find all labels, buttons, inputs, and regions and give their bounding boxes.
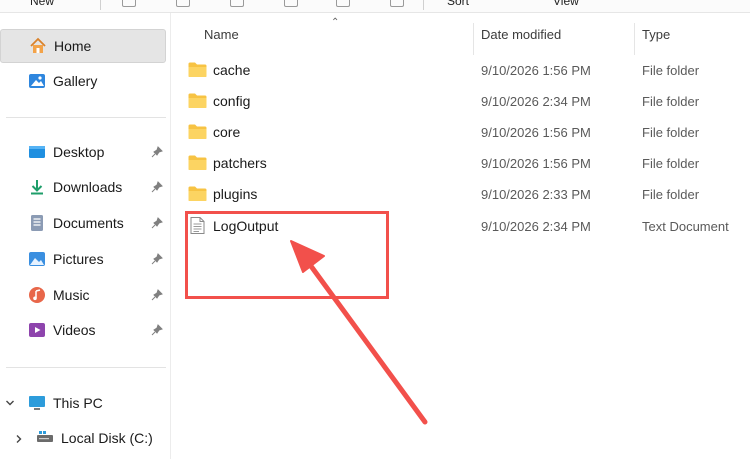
sort-ascending-icon: ⌃ — [331, 17, 340, 28]
paste-icon[interactable] — [230, 0, 244, 7]
desktop-icon — [29, 146, 45, 158]
sidebar-item-local-disk[interactable]: Local Disk (C:) — [8, 421, 170, 455]
navigation-pane: Home Gallery Desktop Downloads Documents — [0, 13, 171, 459]
command-bar: New Sort View — [0, 0, 750, 13]
sidebar-item-desktop[interactable]: Desktop — [0, 135, 170, 169]
pin-icon[interactable] — [151, 324, 163, 336]
folder-icon — [188, 124, 207, 139]
sidebar-item-gallery[interactable]: Gallery — [0, 64, 170, 98]
sidebar-item-videos[interactable]: Videos — [0, 313, 170, 347]
column-header-name[interactable]: Name — [204, 27, 239, 42]
file-type: Text Document — [642, 219, 729, 234]
pictures-icon — [29, 252, 45, 266]
downloads-icon — [31, 180, 43, 195]
gallery-icon — [29, 74, 45, 88]
toolbar-separator — [100, 0, 101, 10]
sidebar-item-label: Pictures — [53, 251, 104, 267]
file-row-core[interactable]: core 9/10/2026 1:56 PM File folder — [171, 117, 750, 148]
sidebar-item-label: Videos — [53, 322, 96, 338]
folder-icon — [188, 155, 207, 170]
copy-icon[interactable] — [176, 0, 190, 7]
file-date: 9/10/2026 2:34 PM — [481, 219, 591, 234]
sidebar-item-home[interactable]: Home — [0, 29, 166, 63]
cut-icon[interactable] — [122, 0, 136, 7]
sidebar-item-documents[interactable]: Documents — [0, 206, 170, 240]
file-row-cache[interactable]: cache 9/10/2026 1:56 PM File folder — [171, 55, 750, 86]
file-type: File folder — [642, 63, 700, 78]
file-name: config — [213, 93, 251, 109]
sidebar-item-label: Gallery — [53, 73, 98, 89]
folder-icon — [188, 62, 207, 77]
sidebar-item-music[interactable]: Music — [0, 278, 170, 312]
column-header-type[interactable]: Type — [642, 27, 670, 42]
annotation-highlight-box — [185, 211, 389, 299]
file-name: patchers — [213, 155, 267, 171]
pin-icon[interactable] — [151, 217, 163, 229]
file-name: plugins — [213, 186, 258, 202]
new-button[interactable]: New — [30, 0, 54, 8]
file-date: 9/10/2026 2:34 PM — [481, 94, 591, 109]
file-date: 9/10/2026 1:56 PM — [481, 63, 591, 78]
toolbar-separator — [423, 0, 424, 10]
sidebar-item-this-pc[interactable]: This PC — [0, 386, 170, 420]
delete-icon[interactable] — [390, 0, 404, 7]
column-separator[interactable] — [634, 23, 635, 55]
sidebar-item-label: Documents — [53, 215, 124, 231]
sidebar-item-label: This PC — [53, 395, 103, 411]
sort-button[interactable]: Sort — [447, 0, 469, 8]
sidebar-item-downloads[interactable]: Downloads — [0, 170, 170, 204]
music-icon — [29, 287, 45, 303]
file-date: 9/10/2026 1:56 PM — [481, 125, 591, 140]
view-button[interactable]: View — [553, 0, 579, 8]
documents-icon — [31, 215, 43, 231]
sidebar-divider — [6, 367, 166, 368]
file-date: 9/10/2026 2:33 PM — [481, 187, 591, 202]
file-type: File folder — [642, 94, 700, 109]
share-icon[interactable] — [336, 0, 350, 7]
sidebar-item-pictures[interactable]: Pictures — [0, 242, 170, 276]
sidebar-item-label: Downloads — [53, 179, 123, 195]
column-header-date[interactable]: Date modified — [481, 27, 561, 42]
pin-icon[interactable] — [151, 146, 163, 158]
file-name: cache — [213, 62, 251, 78]
pin-icon[interactable] — [151, 253, 163, 265]
drive-icon — [37, 431, 53, 442]
sidebar-item-label: Desktop — [53, 144, 105, 160]
column-separator[interactable] — [473, 23, 474, 55]
file-row-config[interactable]: config 9/10/2026 2:34 PM File folder — [171, 86, 750, 117]
home-icon — [30, 37, 46, 53]
file-row-plugins[interactable]: plugins 9/10/2026 2:33 PM File folder — [171, 179, 750, 210]
videos-icon — [29, 323, 45, 337]
file-row-patchers[interactable]: patchers 9/10/2026 1:56 PM File folder — [171, 148, 750, 179]
file-type: File folder — [642, 156, 700, 171]
file-type: File folder — [642, 125, 700, 140]
file-date: 9/10/2026 1:56 PM — [481, 156, 591, 171]
pin-icon[interactable] — [151, 181, 163, 193]
file-type: File folder — [642, 187, 700, 202]
rename-icon[interactable] — [284, 0, 298, 7]
computer-icon — [29, 396, 45, 410]
file-name: core — [213, 124, 241, 140]
sidebar-item-label: Music — [53, 287, 90, 303]
sidebar-item-label: Local Disk (C:) — [61, 430, 153, 446]
folder-icon — [188, 93, 207, 108]
sidebar-item-label: Home — [54, 38, 92, 54]
folder-icon — [188, 186, 207, 201]
pin-icon[interactable] — [151, 289, 163, 301]
sidebar-divider — [6, 117, 166, 118]
